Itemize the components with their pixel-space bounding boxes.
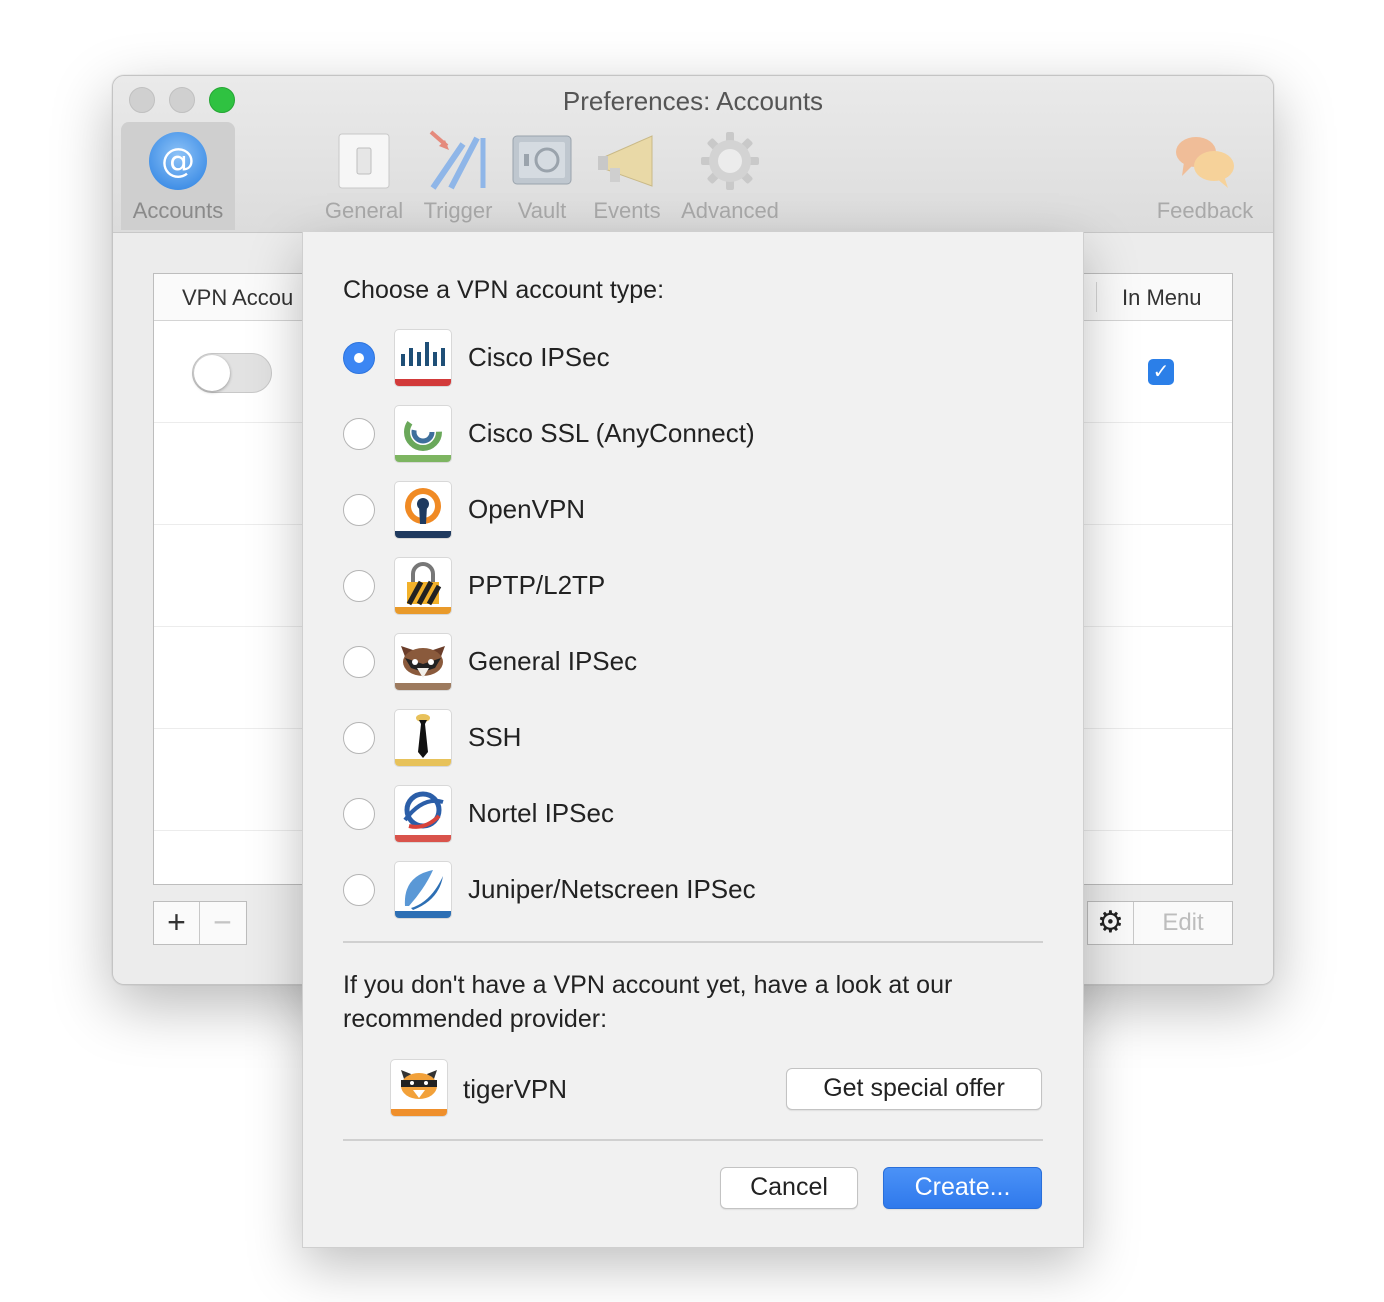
option-cisco-ssl[interactable]: Cisco SSL (AnyConnect) xyxy=(343,406,1043,464)
toolbar-advanced[interactable]: Advanced xyxy=(677,122,783,230)
add-remove-control: + − xyxy=(153,901,247,945)
radio-button[interactable] xyxy=(343,570,375,602)
option-label: Cisco SSL (AnyConnect) xyxy=(468,418,755,448)
toolbar-label: General xyxy=(324,198,404,223)
openvpn-icon xyxy=(395,482,451,538)
radio-button[interactable] xyxy=(343,798,375,830)
at-sign-icon: @ xyxy=(147,130,209,192)
icon-color-bar xyxy=(395,379,451,386)
radio-button[interactable] xyxy=(343,342,375,374)
toolbar-events[interactable]: Events xyxy=(583,122,671,230)
toolbar-label: Feedback xyxy=(1156,198,1254,223)
toolbar-label: Events xyxy=(593,198,661,223)
toolbar-label: Trigger xyxy=(423,198,493,223)
remove-account-button[interactable]: − xyxy=(199,902,245,944)
radio-button[interactable] xyxy=(343,646,375,678)
gear-icon xyxy=(699,130,761,192)
safe-icon xyxy=(511,130,573,192)
titlebar: Preferences: Accounts @ Accounts General xyxy=(113,76,1273,233)
raccoon-icon xyxy=(395,634,451,690)
icon-color-bar xyxy=(395,911,451,918)
option-label: OpenVPN xyxy=(468,494,586,524)
option-cisco-ipsec[interactable]: Cisco IPSec xyxy=(343,330,1043,388)
svg-text:@: @ xyxy=(161,141,195,181)
icon-color-bar xyxy=(395,455,451,462)
cancel-button[interactable]: Cancel xyxy=(720,1167,858,1209)
option-label: SSH xyxy=(468,722,522,752)
promo-text: If you don't have a VPN account yet, hav… xyxy=(343,971,953,1033)
icon-color-bar xyxy=(395,759,451,766)
light-switch-icon xyxy=(333,130,395,192)
toolbar-feedback[interactable]: Feedback xyxy=(1147,122,1263,230)
sheet-prompt: Choose a VPN account type: xyxy=(343,276,665,304)
speech-bubbles-icon xyxy=(1174,130,1236,192)
megaphone-icon xyxy=(596,130,658,192)
toolbar-label: Advanced xyxy=(681,198,779,223)
icon-color-bar xyxy=(395,835,451,842)
radio-button[interactable] xyxy=(343,874,375,906)
option-general-ipsec[interactable]: General IPSec xyxy=(343,634,1043,692)
window-title: Preferences: Accounts xyxy=(562,86,824,116)
padlock-icon xyxy=(395,558,451,614)
icon-color-bar xyxy=(395,683,451,690)
option-ssh[interactable]: SSH xyxy=(343,710,1043,768)
create-button[interactable]: Create... xyxy=(883,1167,1042,1209)
juniper-leaf-icon xyxy=(395,862,451,918)
toolbar-vault[interactable]: Vault xyxy=(509,122,575,230)
option-openvpn[interactable]: OpenVPN xyxy=(343,482,1043,540)
radio-button[interactable] xyxy=(343,418,375,450)
divider xyxy=(343,941,1043,943)
account-enable-toggle[interactable] xyxy=(192,353,272,393)
option-label: Juniper/Netscreen IPSec xyxy=(468,874,756,904)
anyconnect-icon xyxy=(395,406,451,462)
option-nortel-ipsec[interactable]: Nortel IPSec xyxy=(343,786,1043,844)
toolbar-accounts[interactable]: @ Accounts xyxy=(121,122,235,230)
account-actions: ⚙ Edit xyxy=(1087,901,1233,945)
icon-color-bar xyxy=(395,531,451,538)
divider xyxy=(343,1139,1043,1141)
add-account-button[interactable]: + xyxy=(154,902,199,944)
vpn-type-sheet: Choose a VPN account type: Cisco IPSec C… xyxy=(302,232,1084,1248)
nortel-globe-icon xyxy=(395,786,451,842)
toolbar-label: Accounts xyxy=(132,198,224,223)
edit-button[interactable]: Edit xyxy=(1134,902,1232,944)
trigger-icon xyxy=(427,130,489,192)
gear-icon[interactable]: ⚙ xyxy=(1088,902,1134,944)
icon-color-bar xyxy=(391,1109,447,1116)
option-label: Cisco IPSec xyxy=(468,342,610,372)
toolbar-general[interactable]: General xyxy=(321,122,407,230)
in-menu-checkbox[interactable]: ✓ xyxy=(1148,359,1174,385)
toggle-knob xyxy=(194,355,230,391)
column-header-in-menu[interactable]: In Menu xyxy=(1122,285,1202,311)
option-label: PPTP/L2TP xyxy=(468,570,606,600)
provider-name: tigerVPN xyxy=(463,1074,568,1104)
radio-button[interactable] xyxy=(343,722,375,754)
option-pptp-l2tp[interactable]: PPTP/L2TP xyxy=(343,558,1043,616)
cisco-icon xyxy=(395,330,451,386)
toolbar-label: Vault xyxy=(517,198,567,223)
icon-color-bar xyxy=(395,607,451,614)
tigervpn-icon xyxy=(391,1060,447,1116)
option-label: Nortel IPSec xyxy=(468,798,614,828)
toolbar-trigger[interactable]: Trigger xyxy=(413,122,503,230)
necktie-icon xyxy=(395,710,451,766)
option-label: General IPSec xyxy=(468,646,638,676)
radio-button[interactable] xyxy=(343,494,375,526)
column-divider xyxy=(1096,282,1097,312)
column-header-vpn-account[interactable]: VPN Accou xyxy=(182,285,293,311)
get-special-offer-button[interactable]: Get special offer xyxy=(786,1068,1042,1110)
option-juniper-netscreen-ipsec[interactable]: Juniper/Netscreen IPSec xyxy=(343,862,1043,920)
